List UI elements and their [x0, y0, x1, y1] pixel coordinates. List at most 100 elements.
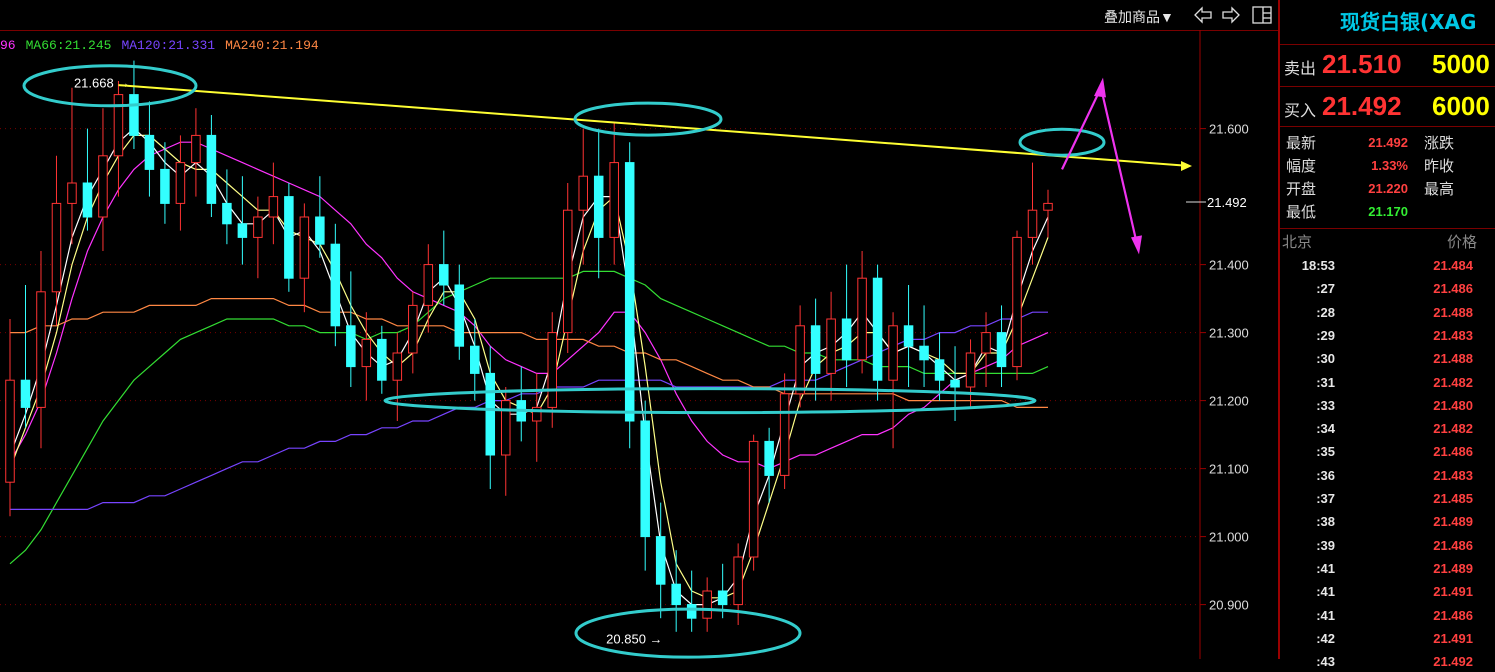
sell-quote-row[interactable]: 卖出 21.510 5000 [1280, 44, 1495, 83]
tick-row: :42 21.491 [1280, 627, 1495, 649]
tick-time: :36 [1316, 467, 1335, 483]
candle-body [268, 196, 279, 218]
candle-body [934, 359, 945, 381]
candlestick-chart[interactable]: 21.600 21.400 21.300 21.200 21.100 21.000 20.9… [0, 30, 1278, 659]
tick-time: :27 [1316, 281, 1335, 297]
buy-quote-row[interactable]: 买入 21.492 6000 [1280, 86, 1495, 125]
candle-body [361, 338, 372, 368]
candle-body [578, 175, 588, 211]
stat-change-label: 涨跌 [1424, 134, 1455, 152]
candle-body [841, 318, 852, 361]
candle-body [1012, 236, 1022, 368]
ticks-header: 北京 价格 [1280, 228, 1495, 253]
candle-body [36, 291, 46, 408]
stat-low-label: 最低 [1286, 203, 1317, 221]
projection-path [1061, 84, 1139, 245]
tick-row: :43 21.492 [1280, 650, 1495, 672]
tick-time: :39 [1316, 537, 1335, 553]
overlay-commodity-button[interactable]: 叠加商品▼ [1104, 7, 1174, 27]
chart-canvas: 21.600 21.400 21.300 21.200 21.100 21.000 20.9… [0, 30, 1249, 659]
tick-row: :28 21.488 [1280, 301, 1495, 323]
candle-body [640, 420, 650, 538]
y-tick-label: 20.900 [1209, 598, 1249, 613]
tick-row: :39 21.486 [1280, 534, 1495, 556]
tick-row: :34 21.482 [1280, 417, 1495, 439]
tick-time: :33 [1316, 397, 1335, 413]
tick-row: 18:53 21.484 [1280, 254, 1495, 276]
tick-time: :28 [1316, 304, 1335, 320]
ticks-header-price: 价格 [1446, 233, 1477, 251]
tick-time: :41 [1316, 560, 1335, 576]
tick-price: 21.491 [1433, 584, 1473, 600]
candle-body [160, 168, 170, 204]
tick-time: :29 [1316, 327, 1335, 343]
stat-range-label: 幅度 [1286, 157, 1317, 175]
y-tick-label: 21.300 [1209, 326, 1249, 341]
candle-body [20, 379, 31, 408]
stat-latest-value: 21.492 [1368, 135, 1408, 150]
tick-row: :41 21.491 [1280, 580, 1495, 602]
tick-row: :36 21.483 [1280, 464, 1495, 486]
tick-time: :35 [1316, 444, 1335, 460]
stat-latest-label: 最新 [1286, 134, 1317, 152]
candle-body [485, 372, 496, 456]
sell-price: 21.510 [1322, 49, 1402, 79]
candle-body [609, 162, 619, 238]
chart-toolbar: 叠加商品▼ [0, 0, 1278, 31]
instrument-title: 现货白银(XAG [1340, 10, 1477, 34]
stat-range-value: 1.33% [1371, 158, 1408, 173]
sell-volume: 5000 [1432, 49, 1490, 79]
ticks-header-time: 北京 [1282, 233, 1313, 251]
tick-time: :38 [1316, 514, 1335, 530]
projection-arrowhead-up [1094, 77, 1106, 98]
tick-price: 21.489 [1433, 560, 1473, 576]
legend-ma240: MA240:21.194 [225, 38, 319, 53]
layout-toggle-icon[interactable] [1251, 5, 1273, 25]
candle-body [996, 332, 1007, 368]
tick-price: 21.486 [1433, 537, 1473, 553]
tick-price: 21.486 [1433, 607, 1473, 623]
tick-price: 21.488 [1433, 351, 1473, 367]
y-tick-label: 21.000 [1209, 530, 1249, 545]
tick-price: 21.482 [1433, 374, 1473, 390]
arrow-left-icon[interactable] [1192, 5, 1214, 25]
candle-body [888, 325, 898, 381]
tick-price: 21.484 [1433, 258, 1473, 273]
candle-body [562, 209, 573, 334]
candle-body [779, 393, 790, 476]
candle-body [470, 345, 480, 374]
candle-body [965, 352, 976, 388]
candle-body [733, 556, 743, 606]
candle-body [655, 536, 666, 585]
tick-time: :42 [1316, 630, 1335, 646]
candle-body [113, 94, 124, 157]
candle-body [857, 277, 867, 361]
candle-body [593, 175, 604, 238]
candle-body [671, 583, 681, 606]
candle-body [1043, 202, 1053, 211]
y-tick-label: 21.200 [1209, 394, 1249, 409]
candle-body [408, 304, 418, 354]
tick-time: 18:53 [1301, 258, 1335, 273]
candle-body [51, 202, 62, 293]
candle-body [377, 338, 387, 381]
tick-price: 21.491 [1433, 630, 1473, 646]
candle-body [810, 325, 821, 374]
candle-body [346, 325, 356, 368]
tick-time: :37 [1316, 491, 1335, 506]
arrow-right-icon[interactable] [1220, 5, 1242, 25]
tick-time: :41 [1316, 607, 1335, 623]
legend-ma96: 96 [0, 38, 16, 53]
candle-body [764, 440, 774, 476]
stat-open-value: 21.220 [1368, 181, 1408, 196]
tick-time: :31 [1316, 374, 1335, 390]
projection-arrowhead-down [1131, 235, 1142, 255]
candle-body [981, 332, 991, 354]
tick-price: 21.482 [1433, 421, 1473, 437]
candle-body [129, 94, 139, 136]
candle-body [903, 325, 914, 347]
candle-body [624, 162, 635, 422]
candle-body [919, 345, 929, 361]
candle-body [144, 134, 155, 170]
candle-body [1027, 209, 1038, 238]
